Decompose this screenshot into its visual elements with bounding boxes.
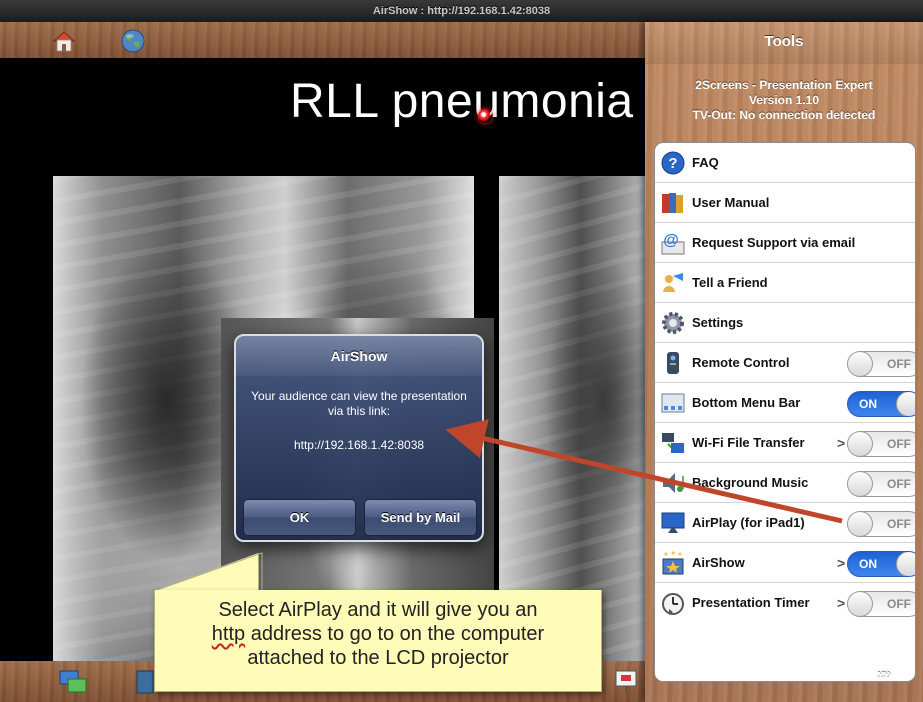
instruction-callout: Select AirPlay and it will give you an h… (154, 590, 602, 692)
callout-line-3: attached to the LCD projector (247, 647, 509, 669)
callout-line-2-rest: address to go to on the computer (245, 623, 545, 645)
callout-line-2: http address to go to on the computer (155, 622, 601, 646)
toggle-knob (896, 552, 915, 576)
menu-item-label: FAQ (692, 155, 719, 170)
menu-item-request-support[interactable]: @ Request Support via email (655, 223, 915, 263)
settings-icon (662, 312, 684, 334)
email-icon: @ (661, 232, 685, 255)
slide-title: RLL pneumonia (290, 75, 634, 128)
toggle-state: OFF (887, 357, 911, 371)
airshow-icon (662, 551, 684, 575)
toggle-knob (848, 592, 873, 616)
send-by-mail-button[interactable]: Send by Mail (364, 499, 477, 536)
callout-http-word: http (211, 623, 246, 645)
toggle-knob (848, 472, 873, 496)
top-toolbar (0, 22, 648, 58)
menu-item-label: Background Music (692, 475, 809, 490)
toggle-state: OFF (887, 477, 911, 491)
app-version: Version 1.10 (748, 93, 820, 107)
airshow-dialog: AirShow Your audience can view the prese… (234, 334, 484, 542)
toggle-state: OFF (887, 437, 911, 451)
menu-item-label: Request Support via email (692, 235, 856, 250)
toggle-state: ON (859, 397, 877, 411)
wifi-transfer-icon (662, 433, 684, 453)
bottom-menu-bar-toggle[interactable]: ON (847, 391, 915, 417)
app-info: 2Screens - Presentation Expert Version 1… (645, 78, 923, 123)
chevron-right-icon: > (837, 555, 846, 571)
menu-item-settings[interactable]: Settings (655, 303, 915, 343)
toggle-knob (896, 392, 915, 416)
menu-item-label: Tell a Friend (692, 275, 768, 290)
user-manual-icon (662, 193, 683, 213)
dialog-link-url: http://192.168.1.42:8038 (293, 438, 425, 452)
toggle-knob (848, 512, 873, 536)
tv-out-status: TV-Out: No connection detected (692, 108, 876, 122)
svg-text:@: @ (663, 232, 679, 249)
toggle-state: OFF (887, 517, 911, 531)
remote-control-toggle[interactable]: OFF (847, 351, 915, 377)
more-forward-icon[interactable]: »» (877, 666, 913, 690)
toggle-state: ON (859, 557, 877, 571)
screens-icon[interactable] (58, 669, 88, 695)
slides-icon[interactable] (136, 669, 154, 695)
svg-text:?: ? (668, 155, 677, 172)
remote-control-icon (667, 352, 679, 374)
menu-item-label: User Manual (692, 195, 770, 210)
menu-item-remote-control: Remote Control OFF (655, 343, 915, 383)
background-music-toggle[interactable]: OFF (847, 471, 915, 497)
music-icon (663, 473, 684, 493)
menu-item-presentation-timer[interactable]: Presentation Timer > OFF (655, 583, 915, 623)
xray-image-right (499, 176, 648, 661)
timer-icon (662, 593, 684, 615)
menu-item-label: Settings (692, 315, 744, 330)
menu-item-wifi-file-transfer[interactable]: Wi-Fi File Transfer > OFF (655, 423, 915, 463)
menu-item-bottom-menu-bar: Bottom Menu Bar ON (655, 383, 915, 423)
wifi-file-transfer-toggle[interactable]: OFF (847, 431, 915, 457)
presentation-timer-toggle[interactable]: OFF (847, 591, 915, 617)
menu-item-background-music: Background Music OFF (655, 463, 915, 503)
menu-item-label: Bottom Menu Bar (692, 395, 801, 410)
chevron-right-icon: > (837, 435, 846, 451)
toggle-knob (848, 432, 873, 456)
menu-item-label: AirShow (692, 555, 745, 570)
menu-item-faq[interactable]: ? FAQ (655, 143, 915, 183)
globe-icon[interactable] (121, 29, 145, 53)
faq-icon: ? (661, 151, 685, 175)
tell-friend-icon (663, 273, 683, 292)
toggle-state: OFF (887, 597, 911, 611)
menu-item-label: Presentation Timer (692, 595, 810, 610)
app-name: 2Screens - Presentation Expert (695, 78, 873, 92)
window-title: AirShow : http://192.168.1.42:8038 (0, 0, 923, 22)
toggle-knob (848, 352, 873, 376)
menu-item-tell-a-friend[interactable]: Tell a Friend (655, 263, 915, 303)
dialog-message: Your audience can view the presentation … (251, 389, 467, 418)
home-icon[interactable] (52, 30, 76, 52)
menu-item-airplay: AirPlay (for iPad1) OFF (655, 503, 915, 543)
tools-panel: Tools 2Screens - Presentation Expert Ver… (645, 22, 923, 702)
more-forward-label-2: » (882, 666, 892, 683)
menu-item-airshow[interactable]: AirShow > ON (655, 543, 915, 583)
airplay-toggle[interactable]: OFF (847, 511, 915, 537)
menu-item-user-manual[interactable]: User Manual (655, 183, 915, 223)
menu-item-label: Wi-Fi File Transfer (692, 435, 805, 450)
projector-icon[interactable] (613, 668, 639, 696)
tools-title: Tools (645, 22, 923, 64)
bottom-menu-bar-icon (661, 393, 685, 413)
tools-menu: ? FAQ User Manual @ Request Support via … (654, 142, 916, 682)
laser-pointer-dot (478, 109, 492, 123)
menu-item-label: Remote Control (692, 355, 790, 370)
menu-item-label: AirPlay (for iPad1) (692, 515, 805, 530)
dialog-title: AirShow (330, 348, 388, 364)
callout-line-1: Select AirPlay and it will give you an (218, 599, 538, 621)
chevron-right-icon: > (837, 595, 846, 611)
airplay-icon (661, 512, 685, 533)
ok-button[interactable]: OK (243, 499, 356, 536)
airshow-toggle[interactable]: ON (847, 551, 915, 577)
